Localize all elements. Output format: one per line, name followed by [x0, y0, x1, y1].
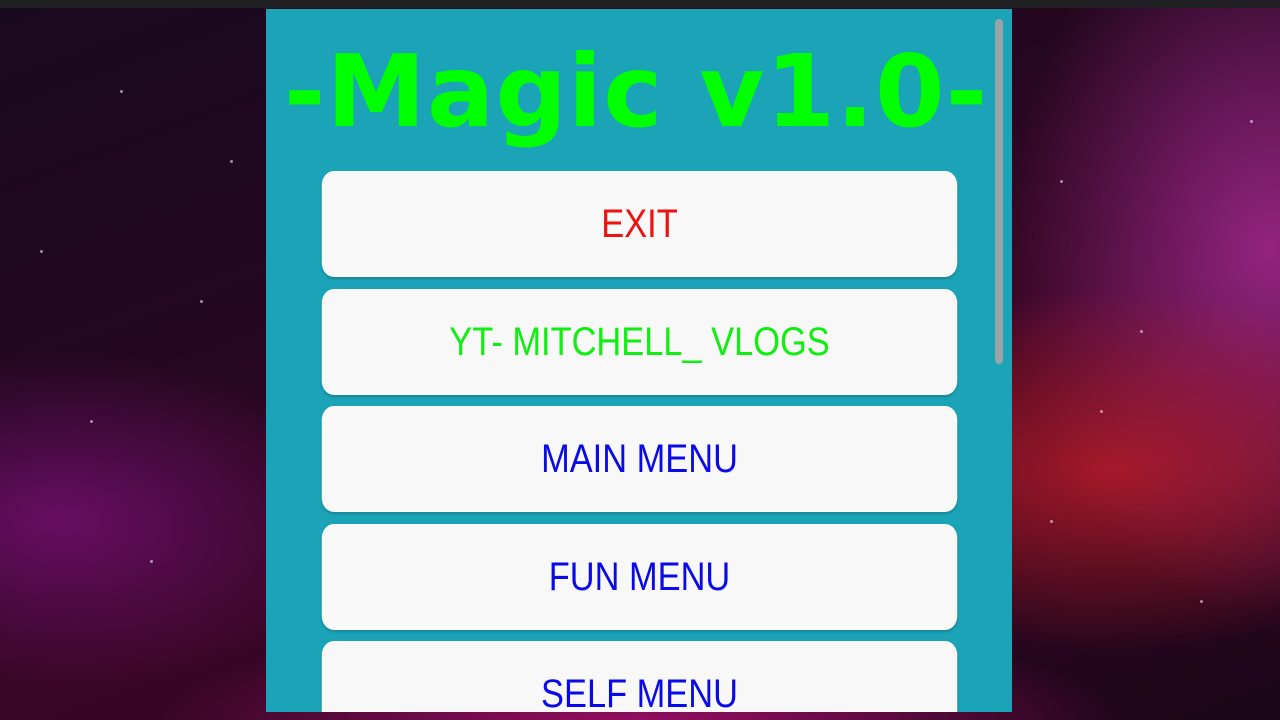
exit-button-label: EXIT: [601, 201, 678, 246]
menu-title: -Magic v1.0-: [283, 33, 989, 150]
mod-menu-panel: -Magic v1.0- EXIT YT- MITCHELL_ VLOGS MA…: [266, 9, 1012, 712]
menu-scrollbar[interactable]: [995, 19, 1003, 709]
scrollbar-thumb[interactable]: [995, 19, 1003, 364]
main-menu-label: MAIN MENU: [541, 436, 738, 481]
self-menu-label: SELF MENU: [541, 671, 738, 713]
youtube-channel-button[interactable]: YT- MITCHELL_ VLOGS: [321, 289, 958, 395]
main-menu-button[interactable]: MAIN MENU: [321, 406, 958, 512]
youtube-channel-label: YT- MITCHELL_ VLOGS: [449, 319, 830, 364]
fun-menu-button[interactable]: FUN MENU: [321, 524, 958, 630]
exit-button[interactable]: EXIT: [321, 171, 958, 277]
screen-top-strip: [0, 0, 1280, 8]
fun-menu-label: FUN MENU: [548, 554, 731, 599]
self-menu-button[interactable]: SELF MENU: [321, 641, 958, 713]
